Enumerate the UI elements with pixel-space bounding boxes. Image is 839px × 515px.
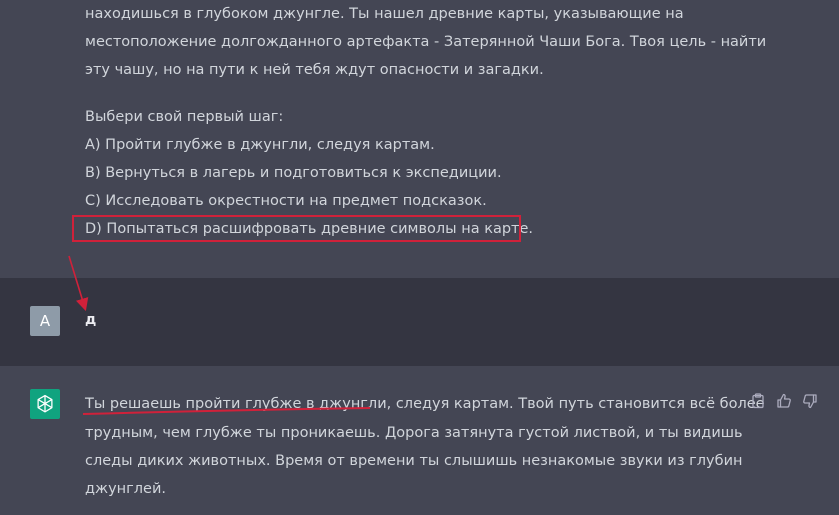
- clipboard-icon[interactable]: [749, 392, 767, 410]
- assistant-reply-line: Ты решаешь пройти глубже в джунгли, след…: [85, 396, 765, 412]
- thumbs-up-icon[interactable]: [775, 392, 793, 410]
- assistant-text-line: эту чашу, но на пути к ней тебя ждут опа…: [85, 62, 544, 78]
- user-message-text: д: [85, 312, 97, 328]
- assistant-text-line: находишься в глубоком джунгле. Ты нашел …: [85, 6, 684, 22]
- message-actions: [749, 392, 819, 410]
- assistant-reply-line: следы диких животных. Время от времени т…: [85, 453, 743, 469]
- choice-prompt: Выбери свой первый шаг:: [85, 109, 284, 125]
- openai-logo-icon: [30, 389, 60, 419]
- assistant-text-line: местоположение долгожданного артефакта -…: [85, 34, 767, 50]
- assistant-reply-line: трудным, чем глубже ты проникаешь. Дорог…: [85, 425, 743, 441]
- assistant-reply-line: джунглей.: [85, 481, 166, 497]
- annotation-highlight-box: [72, 215, 521, 242]
- choice-option-b: B) Вернуться в лагерь и подготовиться к …: [85, 165, 502, 181]
- choice-option-a: A) Пройти глубже в джунгли, следуя карта…: [85, 137, 435, 153]
- user-avatar: A: [30, 306, 60, 336]
- user-message: [0, 278, 839, 366]
- thumbs-down-icon[interactable]: [801, 392, 819, 410]
- choice-option-c: C) Исследовать окрестности на предмет по…: [85, 193, 487, 209]
